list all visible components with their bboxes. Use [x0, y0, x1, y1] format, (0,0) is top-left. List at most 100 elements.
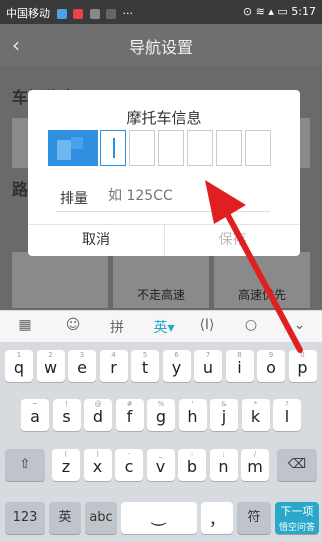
space-key[interactable]: ⏝ [121, 502, 197, 534]
soft-keyboard: 1q2w3e4r5t6y7u8i9o0p ~ a! s @ d # f% g ' h & j * k? l … [0, 342, 322, 542]
plate-char-field[interactable] [245, 130, 271, 166]
more-icon: ··· [122, 7, 134, 20]
key-label: q [13, 358, 25, 377]
key-t[interactable]: 5t [131, 350, 159, 382]
key-label: w [43, 358, 58, 377]
key-label: y [171, 358, 182, 377]
key-label: s [62, 407, 71, 426]
punctuation-key-glyph: ， [208, 510, 225, 529]
key-label: e [77, 358, 87, 377]
key-x[interactable]: ) x [83, 449, 112, 481]
language-key[interactable]: 英 [49, 502, 81, 534]
shift-key[interactable]: ⇧ [5, 449, 45, 481]
option-highway-first-label: 高速优先 [237, 288, 286, 302]
plate-char-field[interactable] [129, 130, 155, 166]
key-l[interactable]: ? l [273, 399, 301, 431]
collapse-keyboard-icon[interactable]: ⌄ [284, 317, 314, 333]
grid-menu-icon[interactable]: ▦ [10, 317, 40, 333]
blurred-region [71, 137, 83, 149]
plate-char-field[interactable] [158, 130, 184, 166]
key-o[interactable]: 9o [257, 350, 285, 382]
key-label: x [92, 457, 103, 476]
plate-char-field[interactable] [216, 130, 242, 166]
pinyin-mode[interactable]: 拼 [102, 317, 132, 337]
option-no-highway-label: 不走高速 [136, 288, 185, 302]
key-b[interactable]: :b [178, 449, 206, 481]
dialog-title: 摩托车信息 [126, 109, 202, 127]
key-y[interactable]: 6y [162, 350, 191, 382]
watermark-label: 悟空问答 [278, 523, 315, 533]
location-icon: ⊙ [242, 5, 253, 18]
key-p[interactable]: 0p [288, 350, 317, 382]
cancel-button[interactable]: 取消 [28, 225, 164, 256]
plate-province-field[interactable] [48, 130, 98, 166]
key-e[interactable]: 3e [68, 350, 96, 382]
key-k[interactable]: * k [241, 399, 270, 431]
abc-key[interactable]: abc [85, 502, 117, 534]
option-card-no-highway[interactable]: 不走高速 [113, 252, 209, 308]
key-label: m [247, 457, 263, 476]
key-q[interactable]: 1q [5, 350, 33, 382]
plate-char-field[interactable] [100, 130, 126, 166]
motorcycle-info-dialog: 摩托车信息 排量 取消 保存 [28, 90, 300, 256]
blurred-region [57, 140, 71, 160]
displacement-input[interactable] [108, 184, 268, 208]
key-i[interactable]: 8i [225, 350, 254, 382]
next-field-key[interactable]: 下一项 悟空问答 [275, 502, 319, 534]
key-label: l [284, 407, 290, 426]
key-label: o [266, 358, 276, 377]
key-label: p [297, 358, 308, 377]
key-label: d [92, 407, 104, 426]
battery-icon: ▭ [277, 5, 288, 18]
key-h[interactable]: ' h [178, 399, 207, 431]
key-label: t [141, 358, 149, 377]
punctuation-key[interactable]: ， [201, 502, 233, 534]
app-notification-icon [106, 9, 116, 19]
cursor-move-icon[interactable]: ⟨I⟩ [192, 317, 222, 333]
key-r[interactable]: 4r [99, 350, 128, 382]
key-label: b [186, 457, 198, 476]
keyboard-toolbar: ▦ ☺ 拼 英▾ ⟨I⟩ ○ ⌄ [0, 310, 322, 342]
key-s[interactable]: ! s [52, 399, 81, 431]
backspace-key[interactable]: ⌫ [277, 449, 317, 481]
status-bar: 中国移动 ··· ⊙ ≋ ▴ ▭ 5:17 [0, 0, 322, 24]
option-card-highway-first[interactable]: 高速优先 [214, 252, 310, 308]
key-u[interactable]: 7u [194, 350, 222, 382]
key-c[interactable]: -c [115, 449, 143, 481]
save-button[interactable]: 保存 [164, 225, 300, 256]
key-label: v [155, 457, 166, 476]
symbol-key[interactable]: 符 [237, 502, 271, 534]
key-label: u [202, 358, 214, 377]
key-label: j [221, 407, 227, 426]
app-header: ‹ 导航设置 [0, 24, 322, 66]
displacement-label: 排量 [60, 191, 88, 207]
key-d[interactable]: @ d [84, 399, 112, 431]
plate-char-field[interactable] [187, 130, 213, 166]
app-notification-icon [56, 9, 67, 19]
key-f[interactable]: # f [115, 399, 144, 431]
key-label: z [61, 457, 71, 476]
option-card-1[interactable] [12, 252, 108, 308]
clock-time: 5:17 [291, 5, 316, 18]
key-v[interactable]: _ v [146, 449, 175, 481]
app-notification-icon [73, 9, 83, 19]
key-label: k [250, 407, 261, 426]
english-mode[interactable]: 英▾ [146, 317, 182, 337]
key-w[interactable]: 2w [36, 350, 65, 382]
number-key[interactable]: 123 [5, 502, 45, 534]
search-icon[interactable]: ○ [236, 317, 266, 333]
key-label: a [30, 407, 40, 426]
emoji-icon[interactable]: ☺ [58, 317, 88, 333]
microphone-icon: ⏝ [151, 506, 167, 525]
key-a[interactable]: ~ a [21, 399, 49, 431]
text-cursor [113, 138, 115, 158]
wifi-icon: ≋ [255, 5, 265, 18]
key-m[interactable]: / m [241, 449, 269, 481]
english-mode-label: 英 [153, 320, 168, 336]
key-j[interactable]: & j [210, 399, 238, 431]
key-z[interactable]: (z [52, 449, 80, 481]
key-label: f [126, 407, 133, 426]
key-n[interactable]: ; n [209, 449, 238, 481]
key-g[interactable]: % g [147, 399, 175, 431]
next-key-label: 下一项 [280, 505, 314, 518]
